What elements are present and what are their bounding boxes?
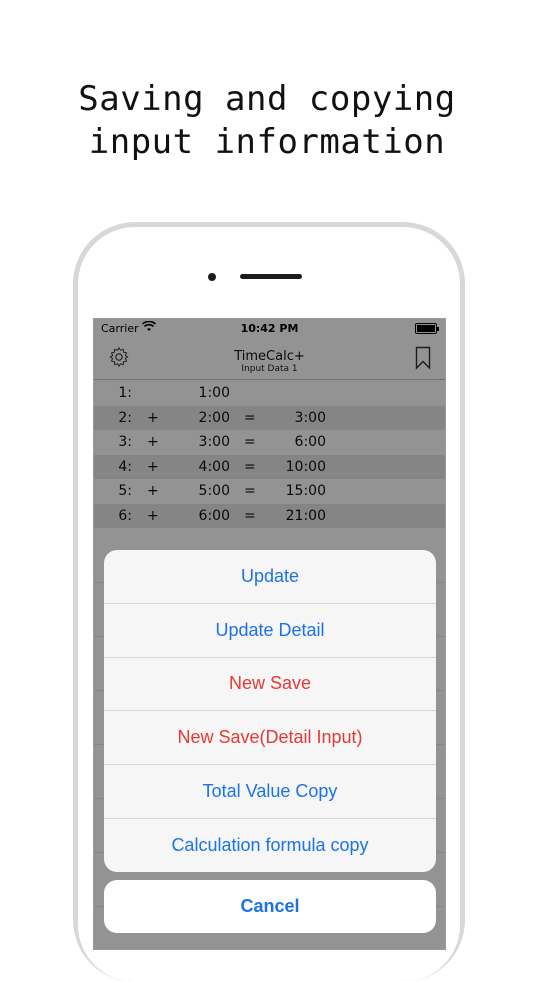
- cancel-button[interactable]: Cancel: [104, 880, 436, 933]
- headline: Saving and copying input information: [0, 78, 534, 164]
- camera-icon: [208, 273, 216, 281]
- new-save-detail-input-button[interactable]: New Save(Detail Input): [104, 711, 436, 766]
- action-sheet: Update Update Detail New Save New Save(D…: [104, 550, 436, 872]
- speaker-grille: [240, 274, 302, 279]
- update-button[interactable]: Update: [104, 550, 436, 604]
- update-detail-button[interactable]: Update Detail: [104, 604, 436, 658]
- total-value-copy-button[interactable]: Total Value Copy: [104, 765, 436, 819]
- new-save-button[interactable]: New Save: [104, 658, 436, 712]
- headline-line-2: input information: [88, 122, 446, 162]
- calculation-formula-copy-button[interactable]: Calculation formula copy: [104, 819, 436, 872]
- headline-line-1: Saving and copying: [78, 79, 456, 119]
